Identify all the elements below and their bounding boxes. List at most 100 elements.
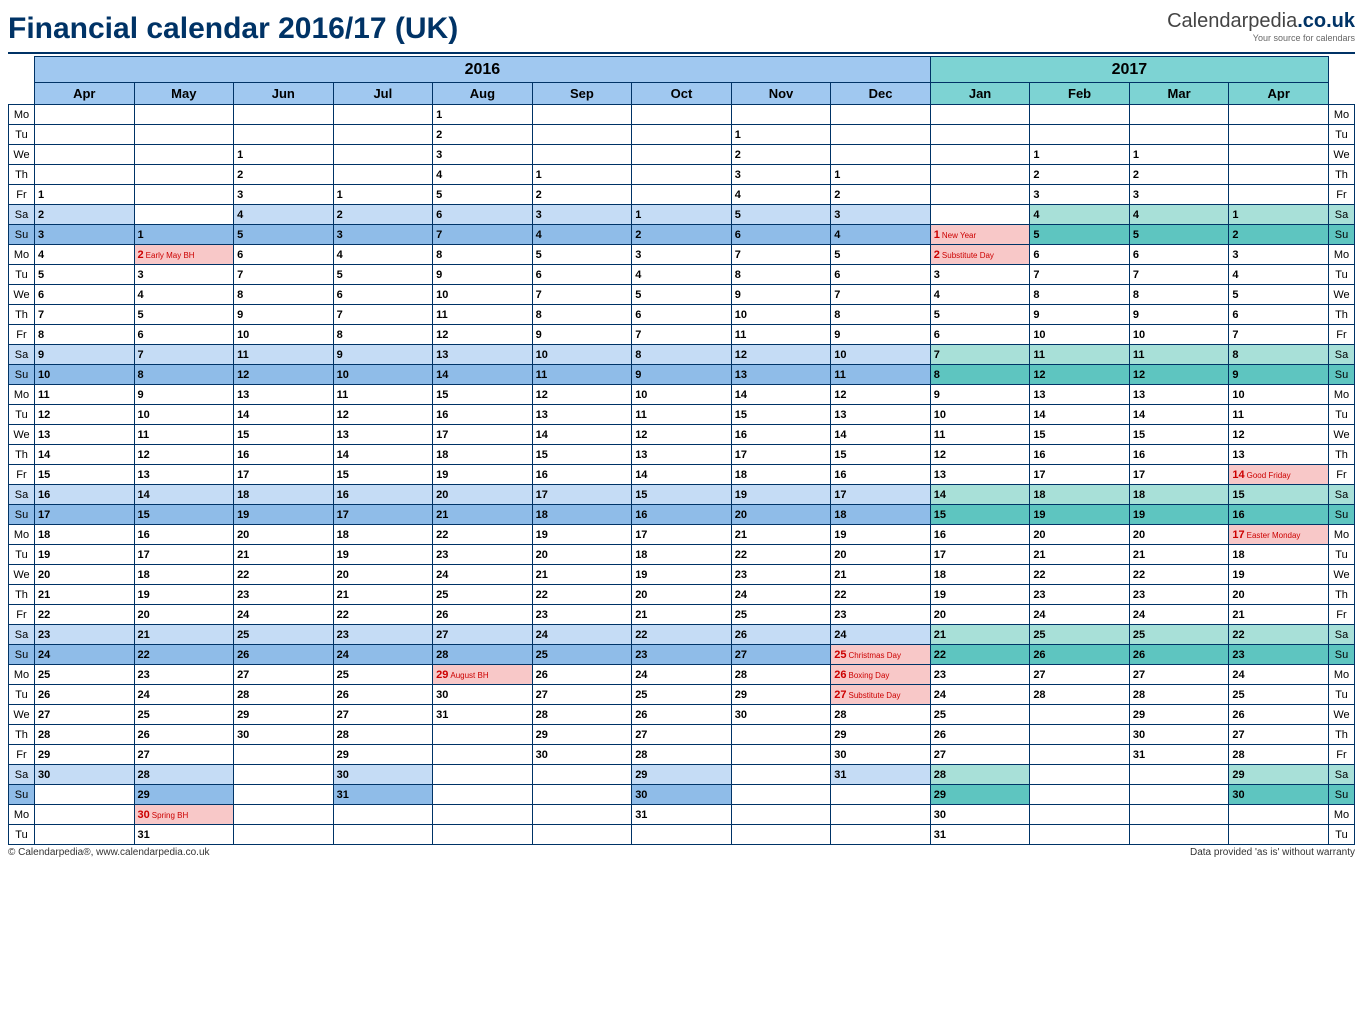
calendar-cell: 19 (433, 465, 533, 485)
calendar-cell: 19 (35, 545, 135, 565)
calendar-cell: 19 (930, 585, 1030, 605)
calendar-cell: 18 (731, 465, 831, 485)
calendar-cell: 17 (134, 545, 234, 565)
calendar-cell: 4 (831, 225, 931, 245)
calendar-cell: 3 (532, 205, 632, 225)
day-label-right: Mo (1329, 525, 1355, 545)
calendar-cell: 21 (35, 585, 135, 605)
calendar-cell: 6 (134, 325, 234, 345)
calendar-cell: 14Good Friday (1229, 465, 1329, 485)
calendar-cell (35, 165, 135, 185)
calendar-cell: 23 (532, 605, 632, 625)
calendar-cell: 5 (831, 245, 931, 265)
calendar-cell: 23 (333, 625, 433, 645)
calendar-cell (333, 105, 433, 125)
calendar-cell: 10 (632, 385, 732, 405)
calendar-cell: 30Spring BH (134, 805, 234, 825)
calendar-cell (930, 145, 1030, 165)
calendar-cell: 15 (632, 485, 732, 505)
calendar-cell: 25 (1229, 685, 1329, 705)
calendar-cell: 26 (333, 685, 433, 705)
calendar-cell: 18 (333, 525, 433, 545)
calendar-cell: 20 (433, 485, 533, 505)
calendar-cell: 17 (35, 505, 135, 525)
calendar-cell: 27 (134, 745, 234, 765)
calendar-cell (731, 745, 831, 765)
calendar-cell: 26Boxing Day (831, 665, 931, 685)
calendar-cell: 3 (433, 145, 533, 165)
calendar-cell: 13 (234, 385, 334, 405)
calendar-cell: 6 (1030, 245, 1130, 265)
calendar-cell (1129, 765, 1229, 785)
day-label-left: Tu (9, 685, 35, 705)
calendar-cell: 19 (234, 505, 334, 525)
calendar-cell: 31 (333, 785, 433, 805)
calendar-cell: 15 (35, 465, 135, 485)
calendar-cell: 20 (35, 565, 135, 585)
day-label-right: We (1329, 705, 1355, 725)
calendar-cell: 4 (433, 165, 533, 185)
calendar-cell (1229, 145, 1329, 165)
calendar-cell: 3 (234, 185, 334, 205)
calendar-cell: 17 (632, 525, 732, 545)
calendar-cell: 19 (532, 525, 632, 545)
day-label-right: Mo (1329, 805, 1355, 825)
calendar-cell: 15 (333, 465, 433, 485)
calendar-cell: 21 (930, 625, 1030, 645)
calendar-cell: 9 (632, 365, 732, 385)
day-label-right: Tu (1329, 825, 1355, 845)
calendar-cell (1129, 825, 1229, 845)
calendar-cell (35, 825, 135, 845)
calendar-cell: 6 (532, 265, 632, 285)
calendar-cell: 16 (35, 485, 135, 505)
calendar-cell: 25 (234, 625, 334, 645)
calendar-cell: 5 (1129, 225, 1229, 245)
calendar-cell: 24 (433, 565, 533, 585)
calendar-cell: 14 (433, 365, 533, 385)
calendar-cell: 8 (1229, 345, 1329, 365)
calendar-cell: 27 (930, 745, 1030, 765)
calendar-cell: 3 (1030, 185, 1130, 205)
calendar-cell: 24 (731, 585, 831, 605)
calendar-cell: 2 (433, 125, 533, 145)
calendar-cell: 22 (1129, 565, 1229, 585)
calendar-cell: 30 (930, 805, 1030, 825)
calendar-cell (632, 105, 732, 125)
calendar-cell: 11 (35, 385, 135, 405)
calendar-cell (134, 125, 234, 145)
calendar-cell: 5 (134, 305, 234, 325)
calendar-cell: 3 (1229, 245, 1329, 265)
calendar-cell: 25 (333, 665, 433, 685)
calendar-cell: 7 (930, 345, 1030, 365)
year-2016: 2016 (35, 57, 931, 83)
calendar-cell: 16 (234, 445, 334, 465)
calendar-cell: 23 (930, 665, 1030, 685)
calendar-cell: 24 (831, 625, 931, 645)
calendar-cell (333, 165, 433, 185)
calendar-cell: 29 (731, 685, 831, 705)
calendar-cell: 22 (234, 565, 334, 585)
calendar-cell: 14 (333, 445, 433, 465)
calendar-cell: 27 (532, 685, 632, 705)
calendar-cell: 20 (632, 585, 732, 605)
calendar-cell: 27 (234, 665, 334, 685)
day-label-right: Tu (1329, 125, 1355, 145)
calendar-cell: 17 (234, 465, 334, 485)
calendar-cell: 1 (1030, 145, 1130, 165)
calendar-cell: 15 (532, 445, 632, 465)
calendar-cell (1030, 785, 1130, 805)
calendar-cell: 5 (234, 225, 334, 245)
calendar-cell: 31 (1129, 745, 1229, 765)
calendar-cell: 8 (731, 265, 831, 285)
calendar-cell: 15 (1030, 425, 1130, 445)
calendar-cell: 9 (731, 285, 831, 305)
day-label-left: Fr (9, 185, 35, 205)
day-label-right: Su (1329, 645, 1355, 665)
calendar-cell: 21 (1030, 545, 1130, 565)
calendar-cell: 22 (532, 585, 632, 605)
calendar-cell: 18 (1229, 545, 1329, 565)
calendar-cell: 20 (731, 505, 831, 525)
calendar-cell: 11 (831, 365, 931, 385)
calendar-cell: 22 (134, 645, 234, 665)
calendar-cell: 27 (1229, 725, 1329, 745)
